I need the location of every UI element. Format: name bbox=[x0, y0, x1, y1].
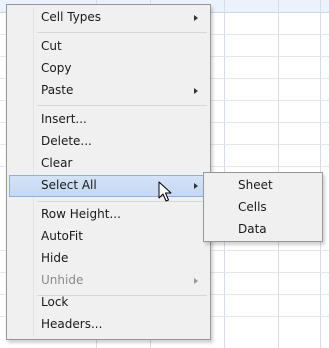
menu-item-label: Headers... bbox=[41, 317, 103, 331]
menu-item-unhide: Unhide bbox=[9, 270, 208, 292]
submenu-item-label: Sheet bbox=[238, 178, 273, 192]
menu-item-insert[interactable]: Insert... bbox=[9, 109, 208, 131]
mouse-pointer-icon bbox=[158, 181, 172, 202]
chevron-right-icon bbox=[194, 183, 198, 189]
submenu-item-label: Data bbox=[238, 222, 267, 236]
menu-item-label: Select All bbox=[41, 178, 97, 192]
menu-item-headers[interactable]: Headers... bbox=[9, 314, 208, 336]
chevron-right-icon bbox=[194, 278, 198, 284]
menu-item-copy[interactable]: Copy bbox=[9, 58, 208, 80]
submenu-item-cells[interactable]: Cells bbox=[206, 197, 320, 219]
menu-item-lock[interactable]: Lock bbox=[9, 292, 208, 314]
menu-item-clear[interactable]: Clear bbox=[9, 153, 208, 175]
menu-item-label: Unhide bbox=[41, 273, 84, 287]
menu-item-cut[interactable]: Cut bbox=[9, 36, 208, 58]
menu-item-label: Hide bbox=[41, 251, 69, 265]
menu-item-label: Row Height... bbox=[41, 207, 121, 221]
menu-item-delete[interactable]: Delete... bbox=[9, 131, 208, 153]
menu-item-autofit[interactable]: AutoFit bbox=[9, 226, 208, 248]
menu-separator bbox=[37, 32, 207, 33]
menu-item-paste[interactable]: Paste bbox=[9, 80, 208, 102]
submenu-item-sheet[interactable]: Sheet bbox=[206, 175, 320, 197]
menu-item-cell-types[interactable]: Cell Types bbox=[9, 7, 208, 29]
menu-item-label: Lock bbox=[41, 295, 69, 309]
menu-item-label: Paste bbox=[41, 83, 74, 97]
menu-item-label: Cut bbox=[41, 39, 62, 53]
menu-item-label: Insert... bbox=[41, 112, 87, 126]
menu-item-label: Clear bbox=[41, 156, 73, 170]
menu-item-label: Delete... bbox=[41, 134, 92, 148]
submenu-item-data[interactable]: Data bbox=[206, 219, 320, 241]
menu-item-hide[interactable]: Hide bbox=[9, 248, 208, 270]
chevron-right-icon bbox=[194, 88, 198, 94]
context-menu: Cell Types Cut Copy Paste Insert... Dele… bbox=[6, 4, 211, 340]
menu-separator bbox=[37, 201, 207, 202]
menu-item-label: Copy bbox=[41, 61, 72, 75]
menu-item-select-all[interactable]: Select All bbox=[9, 175, 208, 197]
submenu-item-label: Cells bbox=[238, 200, 267, 214]
menu-item-label: Cell Types bbox=[41, 10, 102, 24]
chevron-right-icon bbox=[194, 15, 198, 21]
select-all-submenu: Sheet Cells Data bbox=[203, 172, 323, 242]
menu-item-label: AutoFit bbox=[41, 229, 83, 243]
menu-item-row-height[interactable]: Row Height... bbox=[9, 204, 208, 226]
menu-separator bbox=[37, 105, 207, 106]
